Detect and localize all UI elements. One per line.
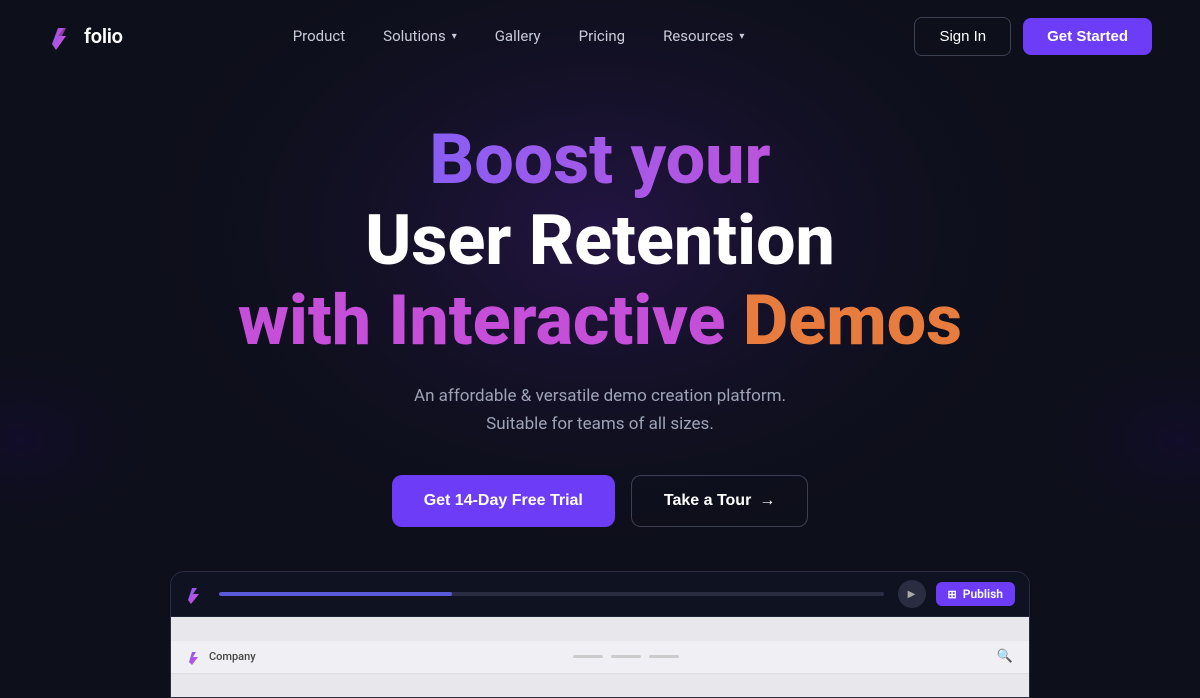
hero-section: Boost your User Retention with Interacti… xyxy=(0,72,1200,698)
browser-nav-dot xyxy=(573,655,603,658)
logo-area[interactable]: folio xyxy=(48,22,123,50)
hero-line2: User Retention xyxy=(238,201,962,282)
free-trial-button[interactable]: Get 14-Day Free Trial xyxy=(392,475,615,527)
navbar: folio Product Solutions ▾ Gallery Pricin… xyxy=(0,0,1200,72)
browser-nav-dot xyxy=(649,655,679,658)
browser-logo: Company xyxy=(187,649,256,665)
signin-button[interactable]: Sign In xyxy=(914,17,1011,56)
app-progress-fill xyxy=(219,592,452,596)
take-tour-button[interactable]: Take a Tour → xyxy=(631,475,808,527)
app-publish-button[interactable]: ⊞ Publish xyxy=(936,582,1015,606)
publish-icon: ⊞ xyxy=(948,588,957,601)
get-started-button[interactable]: Get Started xyxy=(1023,18,1152,55)
nav-item-solutions[interactable]: Solutions ▾ xyxy=(367,19,473,53)
hero-line3-orange: Demos xyxy=(743,280,962,362)
nav-actions: Sign In Get Started xyxy=(914,17,1152,56)
browser-nav-dots xyxy=(573,655,679,658)
app-preview: ▶ ⊞ Publish xyxy=(170,571,1030,698)
nav-item-resources[interactable]: Resources ▾ xyxy=(647,19,760,53)
nav-item-gallery[interactable]: Gallery xyxy=(479,19,557,53)
app-play-button[interactable]: ▶ xyxy=(898,580,926,608)
app-browser-content: Company 🔍 xyxy=(171,617,1029,697)
nav-item-product[interactable]: Product xyxy=(277,19,361,53)
app-topbar: ▶ ⊞ Publish xyxy=(171,572,1029,617)
app-logo-small-icon xyxy=(185,584,205,604)
browser-nav-dot xyxy=(611,655,641,658)
hero-line3: with Interactive Demos xyxy=(238,281,962,362)
nav-item-pricing[interactable]: Pricing xyxy=(563,19,641,53)
browser-company-logo-icon xyxy=(187,649,203,665)
browser-bar: Company 🔍 xyxy=(171,641,1029,674)
browser-company-label: Company xyxy=(209,650,256,663)
hero-title: Boost your User Retention with Interacti… xyxy=(238,120,962,362)
hero-line3-purple: with Interactive xyxy=(238,280,726,362)
folio-logo-icon xyxy=(48,22,76,50)
chevron-down-icon: ▾ xyxy=(452,31,457,42)
chevron-down-icon: ▾ xyxy=(739,31,744,42)
brand-name: folio xyxy=(84,24,123,48)
hero-line1: Boost your xyxy=(238,120,962,201)
app-topbar-actions: ▶ ⊞ Publish xyxy=(898,580,1015,608)
search-icon: 🔍 xyxy=(997,649,1013,664)
hero-subtitle: An affordable & versatile demo creation … xyxy=(414,382,786,440)
nav-links: Product Solutions ▾ Gallery Pricing Reso… xyxy=(277,19,761,53)
app-progress-bar xyxy=(219,592,884,596)
hero-buttons: Get 14-Day Free Trial Take a Tour → xyxy=(392,475,809,527)
